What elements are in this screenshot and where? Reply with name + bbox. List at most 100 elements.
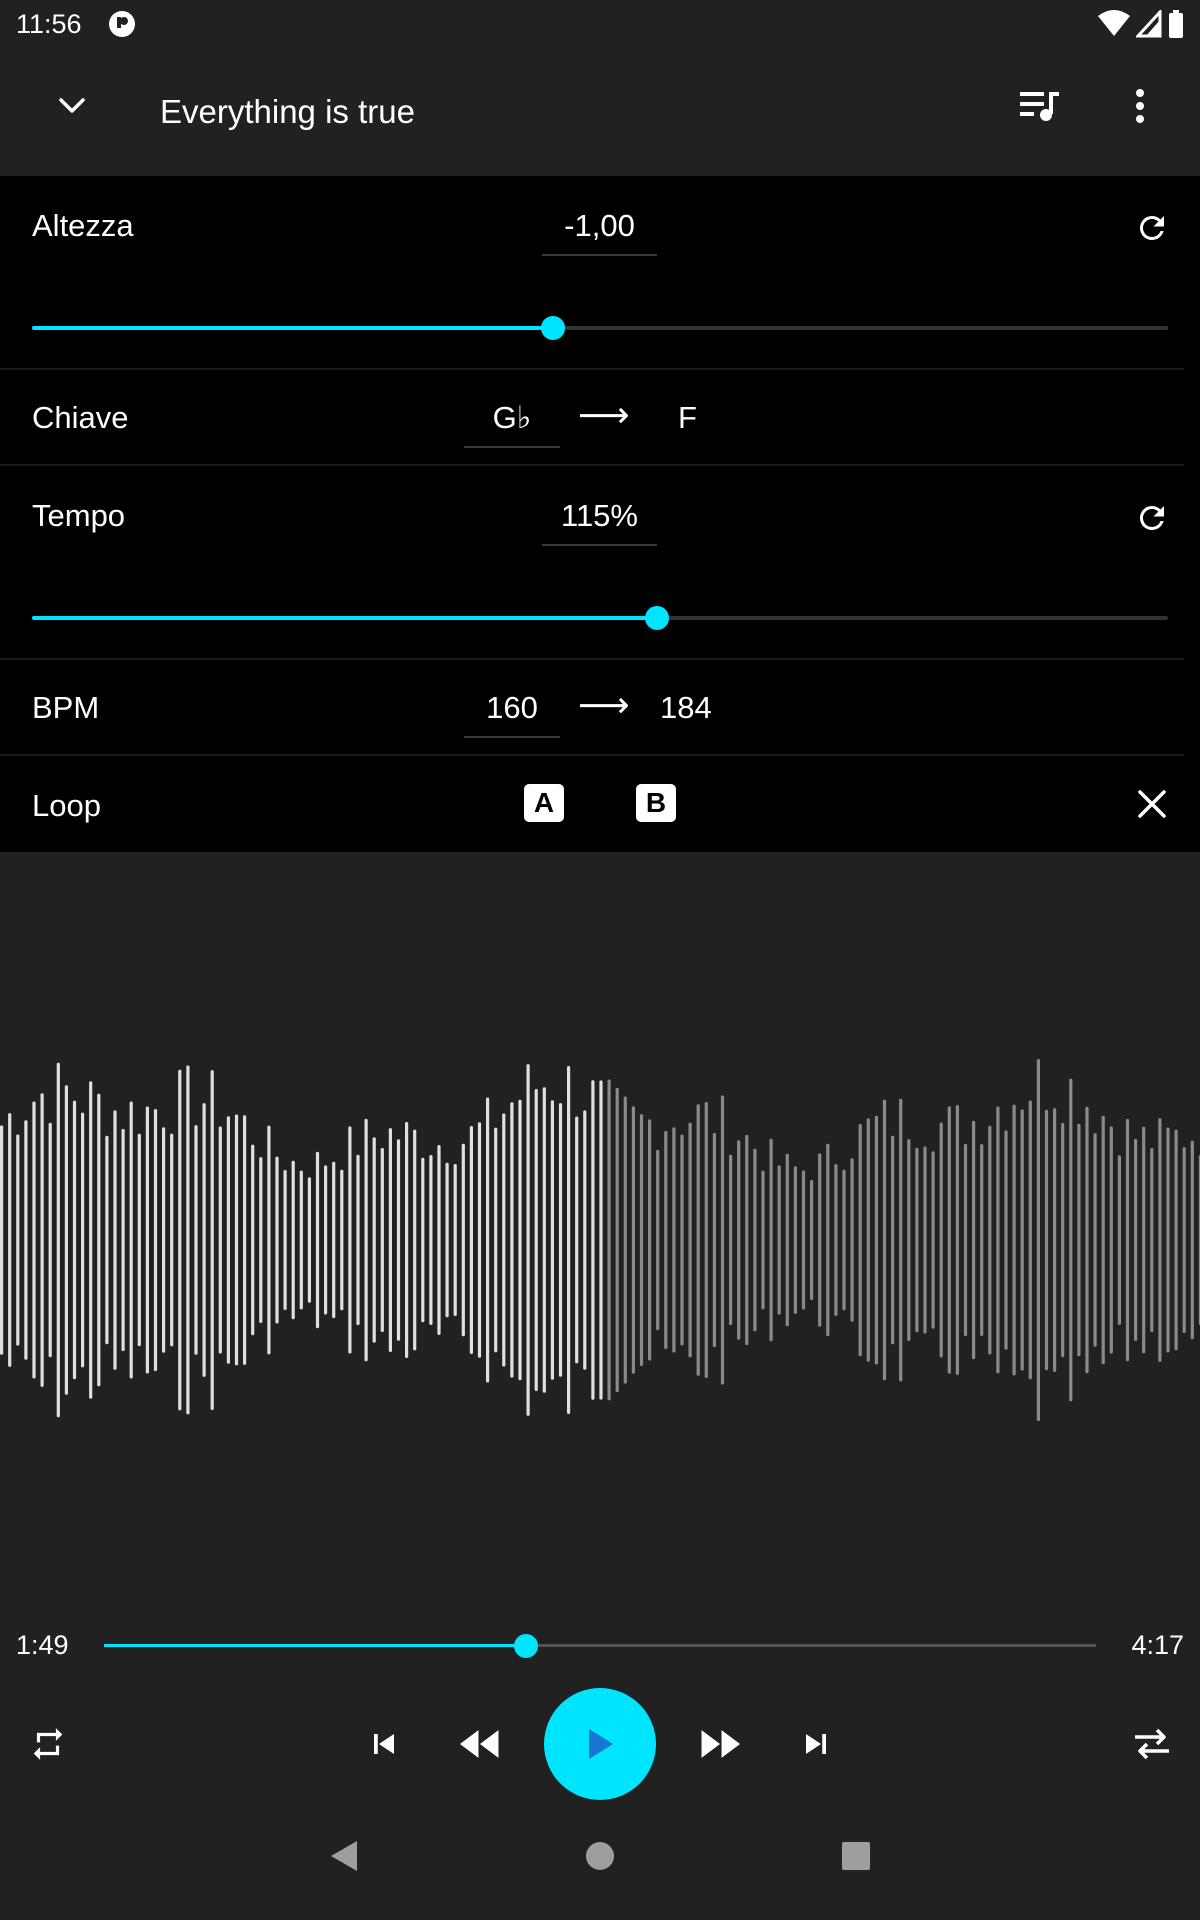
elapsed-time: 1:49: [16, 1630, 69, 1660]
key-from-field[interactable]: G♭: [464, 400, 560, 448]
seek-bar-thumb[interactable]: [514, 1634, 538, 1658]
more-options-button[interactable]: [1112, 74, 1168, 138]
loop-a-button[interactable]: A: [524, 784, 564, 822]
waveform-bar: [712, 1132, 716, 1348]
fast-rewind-icon: [460, 1730, 499, 1758]
queue-music-icon: [1020, 92, 1059, 121]
tempo-slider-fill: [32, 616, 657, 620]
waveform-bar: [882, 1099, 887, 1381]
waveform-bar: [178, 1069, 182, 1411]
rewind-button[interactable]: [452, 1716, 508, 1772]
waveform-bar: [818, 1153, 822, 1327]
waveform-bar: [696, 1104, 700, 1376]
waveform-bar: [494, 1127, 498, 1353]
waveform-bar: [526, 1064, 530, 1416]
skip-next-icon: [806, 1734, 826, 1754]
waveform-bar: [567, 1066, 571, 1414]
waveform-bar: [988, 1125, 992, 1355]
waveform-bar: [1036, 1059, 1040, 1422]
waveform-bar: [607, 1079, 611, 1401]
audio-controls-panel: Altezza -1,00 Chiave G♭ ⟶ F Tempo 115% B…: [0, 176, 1200, 852]
waveform-bar: [502, 1113, 506, 1367]
waveform-bar: [1174, 1129, 1178, 1351]
waveform-bar: [121, 1128, 125, 1352]
pitch-slider[interactable]: [32, 308, 1168, 348]
loop-clear-button[interactable]: [1124, 776, 1180, 832]
waveform-bar: [429, 1155, 433, 1325]
loop-b-button[interactable]: B: [636, 784, 676, 822]
previous-track-button[interactable]: [356, 1716, 412, 1772]
seek-bar[interactable]: [104, 1628, 1096, 1664]
play-button[interactable]: [544, 1688, 656, 1800]
nav-recents-button[interactable]: [828, 1828, 884, 1884]
waveform-bar: [972, 1120, 976, 1360]
bpm-from-field[interactable]: 160: [464, 690, 560, 738]
pitch-value-field[interactable]: -1,00: [542, 208, 657, 256]
waveform-bar: [834, 1164, 838, 1316]
bpm-label: BPM: [32, 690, 100, 725]
waveform-bar: [0, 1125, 4, 1355]
nav-home-button[interactable]: [572, 1828, 628, 1884]
waveform-bar: [81, 1112, 85, 1368]
waveform-bar: [1044, 1109, 1049, 1371]
waveform-bar: [1166, 1127, 1170, 1353]
battery-icon: [1169, 10, 1183, 38]
waveform-bar: [291, 1160, 295, 1320]
pitch-reset-button[interactable]: [1124, 200, 1180, 256]
waveform-bar: [842, 1169, 846, 1311]
app-notification-icon: [109, 11, 135, 37]
pitch-slider-fill: [32, 326, 553, 330]
swap-arrows-icon: [1135, 1728, 1169, 1760]
fast-forward-button[interactable]: [692, 1716, 748, 1772]
waveform-bar: [923, 1146, 927, 1334]
waveform-bar: [170, 1133, 174, 1347]
waveform-bar: [664, 1130, 668, 1349]
queue-button[interactable]: [1012, 74, 1068, 138]
waveform-bar: [980, 1144, 984, 1336]
tempo-value-field[interactable]: 115%: [542, 498, 657, 546]
waveform-bar: [599, 1080, 603, 1400]
waveform-bar: [1109, 1126, 1113, 1354]
waveform-bar: [1061, 1122, 1065, 1358]
next-track-button[interactable]: [788, 1716, 844, 1772]
pitch-slider-thumb[interactable]: [541, 316, 565, 340]
waveform-bar: [64, 1085, 68, 1395]
tempo-slider[interactable]: [32, 598, 1168, 638]
waveform-bar: [97, 1093, 101, 1387]
waveform-bar: [1020, 1109, 1024, 1371]
waveform-bar: [129, 1101, 133, 1379]
waveform-bar: [243, 1115, 247, 1365]
waveform-bar: [858, 1124, 862, 1357]
waveform-bar: [16, 1134, 20, 1346]
waveform-bar: [963, 1143, 968, 1337]
waveform-bar: [1093, 1133, 1097, 1347]
waveform-bar: [1101, 1115, 1105, 1365]
waveform-bar: [907, 1139, 911, 1341]
top-app-bar: Everything is true: [0, 50, 1200, 176]
waveform-bar: [793, 1166, 797, 1314]
collapse-button[interactable]: [44, 78, 100, 134]
repeat-button[interactable]: [20, 1716, 76, 1772]
divider: [0, 464, 1184, 466]
waveform-bar: [550, 1100, 554, 1380]
waveform-bar: [364, 1118, 368, 1362]
waveform-bar: [1028, 1100, 1032, 1380]
waveform-bar: [89, 1081, 93, 1399]
waveform-bar: [340, 1169, 344, 1311]
system-navigation-bar: [0, 1820, 1200, 1920]
swap-button[interactable]: [1124, 1716, 1180, 1772]
waveform-bar: [461, 1143, 465, 1337]
waveform-bar: [486, 1097, 490, 1383]
close-icon: [1138, 790, 1166, 818]
nav-back-button[interactable]: [316, 1828, 372, 1884]
waveform-bar: [396, 1139, 401, 1341]
key-to-value: F: [678, 400, 697, 435]
tempo-slider-thumb[interactable]: [645, 606, 669, 630]
waveform-display[interactable]: [0, 1040, 1200, 1440]
waveform-bar: [648, 1119, 652, 1361]
waveform-bar: [153, 1109, 158, 1372]
waveform-bar: [753, 1148, 757, 1332]
waveform-bar: [915, 1147, 919, 1333]
waveform-bar: [996, 1106, 1000, 1374]
tempo-reset-button[interactable]: [1124, 490, 1180, 546]
